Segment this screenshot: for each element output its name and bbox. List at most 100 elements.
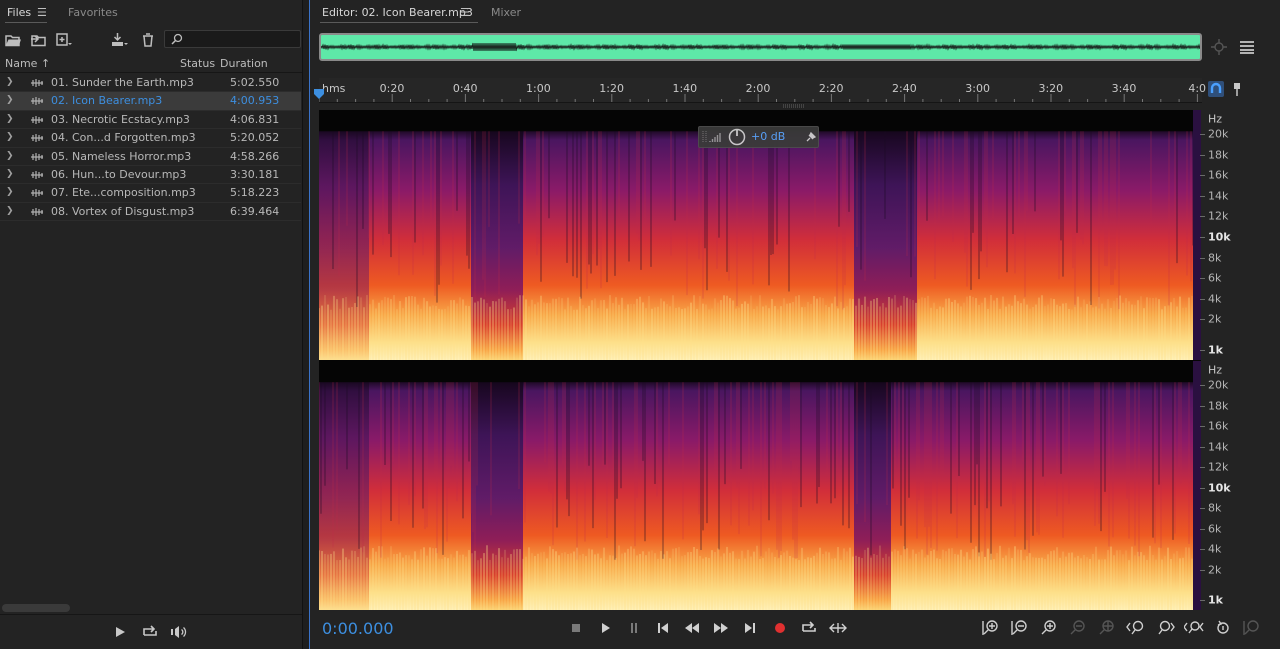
zoom-in-point-button[interactable] <box>1126 619 1146 637</box>
search-input[interactable] <box>165 31 300 47</box>
ruler-tick-label: 2:00 <box>745 82 771 95</box>
file-row[interactable]: ❯ 05. Nameless Horror.mp3 4:58.266 <box>0 148 301 166</box>
reset-zoom-button[interactable] <box>1213 619 1233 637</box>
skip-selection-button[interactable] <box>829 620 847 636</box>
files-panel-tabs: Files ☰ Favorites <box>0 0 302 26</box>
tab-files[interactable]: Files <box>7 6 31 19</box>
zoom-to-selection-button[interactable] <box>1242 619 1262 637</box>
files-search-box[interactable] <box>164 30 301 48</box>
loop-playback-button[interactable] <box>800 620 818 636</box>
frequency-tick <box>1200 278 1205 280</box>
record-button[interactable] <box>771 620 789 636</box>
import-file-icon[interactable] <box>29 32 47 48</box>
spectrogram-right-graphic <box>319 361 1201 610</box>
file-name: 04. Con...d Forgotten.mp3 <box>51 131 196 145</box>
expand-chevron-icon[interactable]: ❯ <box>6 206 14 216</box>
tab-mixer[interactable]: Mixer <box>491 6 521 19</box>
zoom-out-point-button[interactable] <box>1155 619 1175 637</box>
file-row[interactable]: ❯ 08. Vortex of Disgust.mp3 6:39.464 <box>0 203 301 222</box>
expand-chevron-icon[interactable]: ❯ <box>6 187 14 197</box>
new-file-icon[interactable] <box>55 32 73 48</box>
preview-loop-icon[interactable] <box>140 623 160 641</box>
file-row[interactable]: ❯ 03. Necrotic Ecstacy.mp3 4:06.831 <box>0 111 301 130</box>
files-column-header: Name ↑ Status Duration <box>0 55 302 73</box>
expand-chevron-icon[interactable]: ❯ <box>6 114 14 124</box>
zoom-in-time-button[interactable] <box>1039 619 1059 637</box>
panel-resize-grip[interactable] <box>783 104 805 108</box>
file-name: 07. Ete...composition.mp3 <box>51 186 196 200</box>
go-to-end-button[interactable] <box>741 620 759 636</box>
expand-chevron-icon[interactable]: ❯ <box>6 151 14 161</box>
waveform-overview[interactable] <box>319 33 1202 61</box>
file-duration: 5:02.550 <box>230 76 280 89</box>
gain-value[interactable]: +0 dB <box>751 130 785 143</box>
preview-play-icon[interactable] <box>110 623 130 641</box>
file-row[interactable]: ❯ 04. Con...d Forgotten.mp3 5:20.052 <box>0 129 301 148</box>
fast-forward-button[interactable] <box>712 620 730 636</box>
frequency-tick <box>1200 350 1205 351</box>
rewind-button[interactable] <box>683 620 701 636</box>
frequency-label: 10k <box>1208 230 1231 244</box>
file-duration: 4:00.953 <box>230 94 280 108</box>
expand-chevron-icon[interactable]: ❯ <box>6 132 14 142</box>
spectrogram-channel-right[interactable] <box>319 361 1201 610</box>
zoom-in-amplitude-button[interactable] <box>981 619 1001 637</box>
file-name: 01. Sunder the Earth.mp3 <box>51 76 194 89</box>
time-ruler[interactable]: hms 0:20 0:40 1:00 1:20 1:40 2:00 2:20 2:40 3:00… <box>319 78 1206 103</box>
editor-panel-menu-icon[interactable]: ☰ <box>460 6 470 19</box>
frequency-label: 2k <box>1208 563 1222 577</box>
pin-icon[interactable] <box>805 131 817 143</box>
file-row[interactable]: ❯ 06. Hun...to Devour.mp3 3:30.181 <box>0 166 301 185</box>
gain-knob-icon[interactable] <box>728 128 746 146</box>
insert-into-multitrack-icon[interactable] <box>110 32 128 48</box>
zoom-out-full-button[interactable] <box>1097 619 1117 637</box>
level-meter-icon <box>709 133 721 142</box>
ruler-tick-label: 2:20 <box>818 82 844 95</box>
pause-button[interactable] <box>625 620 643 636</box>
zoom-out-time-button[interactable] <box>1068 619 1088 637</box>
files-panel-menu-icon[interactable]: ☰ <box>37 6 47 19</box>
play-button[interactable] <box>596 620 614 636</box>
audition-window: Files ☰ Favorites Name ↑ Status Duration… <box>0 0 1280 649</box>
snap-magnet-icon[interactable] <box>1207 80 1225 98</box>
tab-editor[interactable]: Editor: 02. Icon Bearer.mp3 <box>322 6 473 19</box>
go-to-start-button[interactable] <box>654 620 672 636</box>
hud-drag-handle-icon[interactable] <box>701 130 709 144</box>
column-status[interactable]: Status <box>180 57 215 70</box>
current-time-display[interactable]: 0:00.000 <box>322 619 394 638</box>
expand-chevron-icon[interactable]: ❯ <box>6 95 14 105</box>
stop-button[interactable] <box>567 620 585 636</box>
marker-pin-icon[interactable] <box>1228 80 1246 98</box>
frequency-scale-right: Hz 20k 18k 16k 14k 12k 10k 8k 6k 4k 2k 1k <box>1200 361 1270 610</box>
file-row[interactable]: ❯ 07. Ete...composition.mp3 5:18.223 <box>0 184 301 203</box>
auto-play-volume-icon[interactable] <box>169 623 189 641</box>
audio-waveform-icon <box>31 152 43 161</box>
file-duration: 4:06.831 <box>230 112 280 126</box>
playhead-marker[interactable] <box>314 89 324 99</box>
frequency-tick <box>1200 319 1205 321</box>
column-duration[interactable]: Duration <box>220 57 268 70</box>
zoom-to-selection-icon[interactable] <box>1210 38 1228 56</box>
frequency-tick <box>1200 426 1205 427</box>
frequency-tick <box>1200 385 1205 386</box>
delete-icon[interactable] <box>139 32 157 48</box>
tab-favorites[interactable]: Favorites <box>68 6 118 19</box>
files-footer <box>0 614 302 649</box>
file-row[interactable]: ❯ 01. Sunder the Earth.mp3 5:02.550 <box>0 74 301 93</box>
expand-chevron-icon[interactable]: ❯ <box>6 77 14 87</box>
frequency-label: 1k <box>1208 593 1223 607</box>
zoom-to-full-range-button[interactable] <box>1184 619 1204 637</box>
ruler-tick-label: 4:0 <box>1188 82 1207 95</box>
spectral-display[interactable] <box>319 110 1201 610</box>
overview-menu-icon[interactable] <box>1238 38 1256 56</box>
frequency-tick <box>1200 487 1205 489</box>
file-row[interactable]: ❯ 02. Icon Bearer.mp3 4:00.953 <box>0 92 301 111</box>
column-name[interactable]: Name ↑ <box>5 57 50 70</box>
zoom-out-amplitude-button[interactable] <box>1010 619 1030 637</box>
audio-waveform-icon <box>31 207 43 216</box>
expand-chevron-icon[interactable]: ❯ <box>6 169 14 179</box>
files-horizontal-scrollbar[interactable] <box>2 604 70 612</box>
open-folder-icon[interactable] <box>4 32 22 48</box>
audio-waveform-icon <box>31 170 43 179</box>
frequency-label: 4k <box>1208 292 1222 306</box>
